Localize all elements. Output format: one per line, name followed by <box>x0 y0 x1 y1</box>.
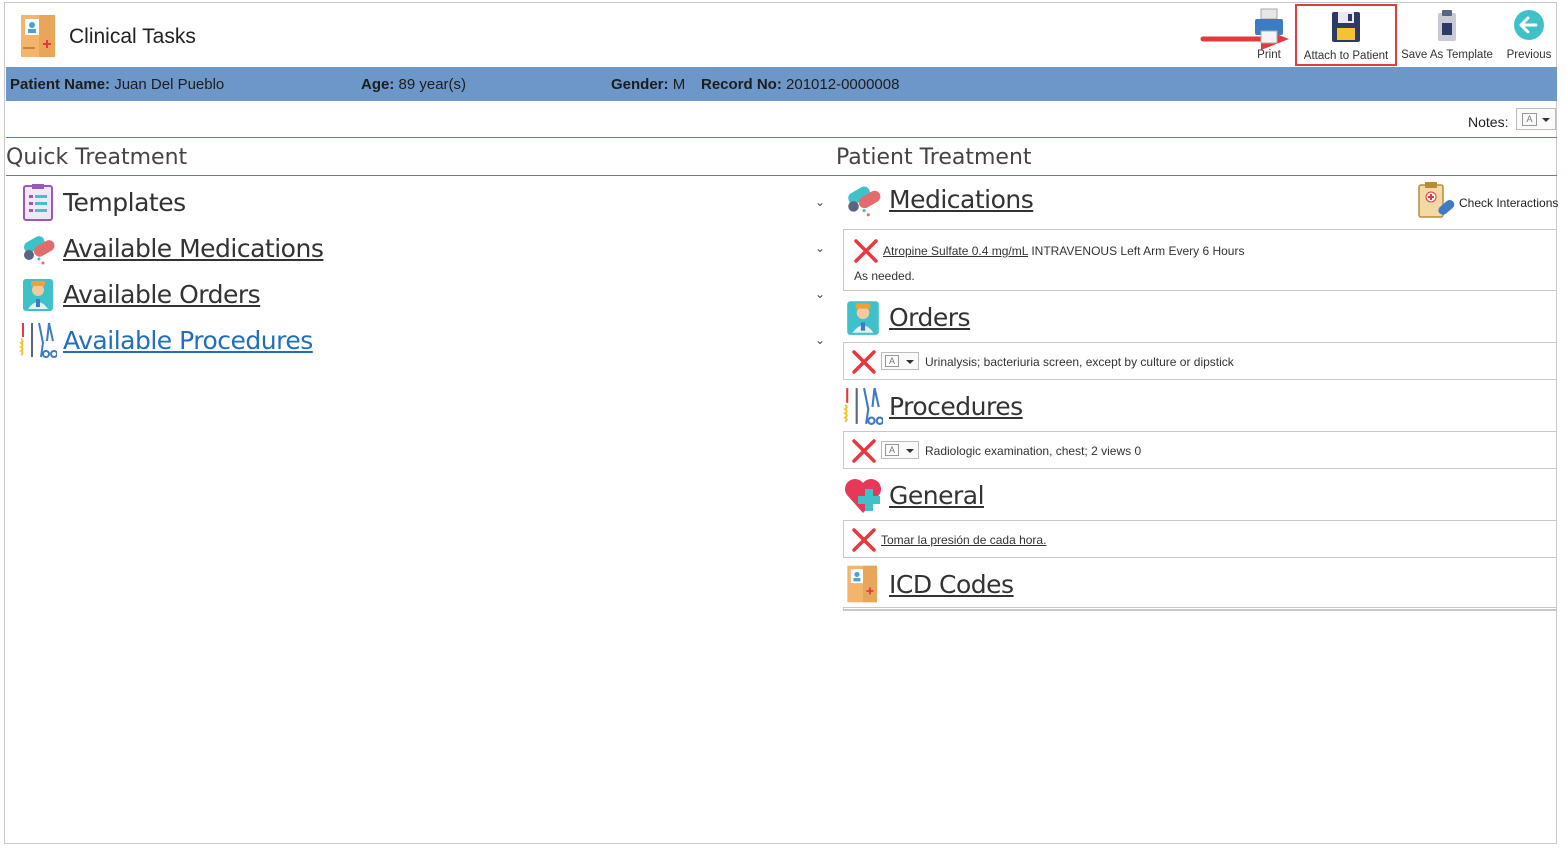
quick-item-available-procedures[interactable]: Available Procedures ⌄ <box>17 319 837 361</box>
patient-gender: Gender: M <box>611 76 686 93</box>
pt-section-general[interactable]: General <box>843 475 1555 515</box>
print-label: Print <box>1257 49 1281 61</box>
patient-treatment-header: Patient Treatment <box>836 145 1032 170</box>
quick-item-label: Available Procedures <box>63 326 313 355</box>
order-text: Urinalysis; bacteriuria screen, except b… <box>925 355 1234 369</box>
quick-item-label: Available Orders <box>63 280 261 309</box>
procedure-note-dropdown[interactable]: A <box>881 441 919 459</box>
order-note-dropdown[interactable]: A <box>881 352 919 370</box>
quick-treatment-header: Quick Treatment <box>6 145 188 170</box>
clipboard-pill-icon <box>1418 182 1455 218</box>
delete-icon[interactable] <box>853 238 879 264</box>
save-as-template-label: Save As Template <box>1401 49 1493 61</box>
quick-item-available-medications[interactable]: Available Medications ⌄ <box>17 227 837 269</box>
check-interactions-button[interactable]: Check Interactions <box>1415 181 1561 221</box>
icd-codes-list <box>843 607 1557 611</box>
orders-list: A Urinalysis; bacteriuria screen, except… <box>843 342 1557 380</box>
general-list: Tomar la presión de cada hora. <box>843 520 1557 558</box>
divider <box>6 175 1557 176</box>
procedures-title: Procedures <box>889 392 1023 421</box>
surgical-tools-icon <box>843 387 883 425</box>
general-title: General <box>889 481 985 510</box>
pt-section-orders[interactable]: Orders <box>843 297 1555 337</box>
pills-icon <box>23 236 55 265</box>
quick-item-templates[interactable]: Templates ⌄ <box>17 181 837 223</box>
pills-icon <box>848 186 881 217</box>
procedures-list: A Radiologic examination, chest; 2 views… <box>843 431 1557 469</box>
save-as-template-button[interactable]: Save As Template <box>1399 7 1495 67</box>
attach-to-patient-button[interactable]: Attach to Patient <box>1295 4 1397 66</box>
delete-icon[interactable] <box>851 527 877 553</box>
doctor-icon <box>23 279 53 311</box>
note-template-icon: A <box>1522 113 1537 126</box>
patient-record-no: Record No: 201012-0000008 <box>701 76 900 93</box>
surgical-tools-icon <box>19 322 57 358</box>
print-button[interactable]: Print <box>1249 7 1289 67</box>
chevron-down-icon[interactable]: ⌄ <box>815 333 825 347</box>
note-template-icon: A <box>885 444 899 456</box>
medication-details: INTRAVENOUS Left Arm Every 6 Hours <box>1031 244 1245 258</box>
orders-title: Orders <box>889 303 971 332</box>
chevron-down-icon[interactable]: ⌄ <box>815 195 825 209</box>
patient-age: Age: 89 year(s) <box>361 76 467 93</box>
chevron-down-icon[interactable]: ⌄ <box>815 241 825 255</box>
clinical-folder-icon <box>21 15 55 57</box>
icd-codes-title: ICD Codes <box>889 570 1014 599</box>
note-template-icon: A <box>885 355 899 367</box>
notes-label: Notes: <box>1468 114 1509 130</box>
medication-row: Atropine Sulfate 0.4 mg/mL INTRAVENOUS L… <box>883 244 1244 258</box>
chevron-down-icon <box>1542 118 1550 122</box>
chevron-down-icon[interactable]: ⌄ <box>815 287 825 301</box>
attach-to-patient-label: Attach to Patient <box>1303 50 1389 62</box>
quick-item-available-orders[interactable]: Available Orders ⌄ <box>17 273 837 315</box>
page-title: Clinical Tasks <box>69 25 196 48</box>
pt-section-procedures[interactable]: Procedures <box>843 386 1555 426</box>
delete-icon[interactable] <box>851 349 877 375</box>
heart-plus-icon <box>845 479 881 513</box>
back-arrow-icon <box>1514 10 1544 40</box>
delete-icon[interactable] <box>851 438 877 464</box>
quick-item-label: Available Medications <box>63 234 324 263</box>
pt-section-icd-codes[interactable]: ICD Codes <box>843 564 1555 604</box>
patient-info-bar: Patient Name: Juan Del Pueblo Age: 89 ye… <box>6 67 1557 101</box>
floppy-disk-icon <box>1332 12 1360 42</box>
medication-note: As needed. <box>854 269 915 283</box>
printer-icon <box>1255 8 1283 44</box>
medications-list: Atropine Sulfate 0.4 mg/mL INTRAVENOUS L… <box>843 229 1557 291</box>
previous-button[interactable]: Previous <box>1501 7 1557 67</box>
procedure-text: Radiologic examination, chest; 2 views 0 <box>925 444 1142 458</box>
clipboard-save-icon <box>1438 10 1456 41</box>
notes-row: Notes: A <box>6 102 1557 138</box>
patient-name: Patient Name: Juan Del Pueblo <box>10 76 225 93</box>
notes-dropdown[interactable]: A <box>1516 108 1556 130</box>
medication-name-link[interactable]: Atropine Sulfate 0.4 mg/mL <box>883 244 1028 258</box>
chevron-down-icon <box>906 360 914 364</box>
check-interactions-label: Check Interactions <box>1459 196 1559 210</box>
previous-label: Previous <box>1506 49 1552 61</box>
chevron-down-icon <box>906 449 914 453</box>
general-item-link[interactable]: Tomar la presión de cada hora. <box>881 533 1046 547</box>
medications-title: Medications <box>889 185 1034 214</box>
clipboard-list-icon <box>23 184 53 221</box>
clinical-folder-icon <box>847 565 877 603</box>
doctor-icon <box>847 301 879 335</box>
window-frame: Clinical Tasks Print Attach to Patient S… <box>4 2 1558 844</box>
quick-item-label: Templates <box>63 188 186 217</box>
